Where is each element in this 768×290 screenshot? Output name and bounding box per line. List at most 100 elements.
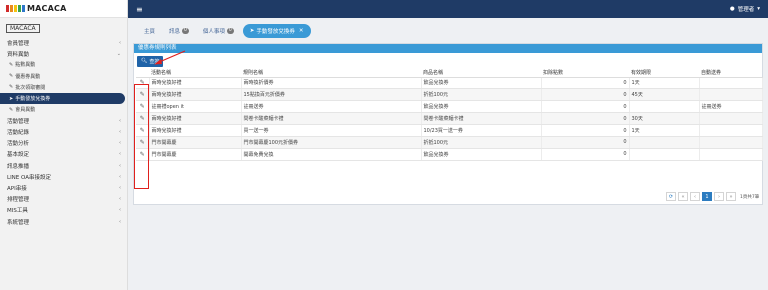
caret-down-icon: ▾ [757,6,760,12]
column-header[interactable]: 規則名稱 [241,69,421,78]
table-cell [699,77,763,90]
sidebar-item-label: 排程管理 [7,197,30,204]
table-row: ✎ 註冊禮open it 註冊送券 飲品兌換券 0 註冊送券 [136,100,763,114]
logo[interactable]: MACACA [0,0,127,18]
sidebar-item-mis[interactable]: MIS工具 ‹ [0,205,127,216]
tab-home[interactable]: 主頁 [139,23,160,39]
page-info: 1頁共7筆 [740,194,760,200]
sidebar-item-label: 活動分析 [7,141,30,148]
table-cell: 兩時兌換好禮 [149,88,242,102]
table-cell: 兩時兌換好禮 [149,112,242,126]
table-cell [699,136,763,149]
coupon-rule-table: 活動名稱 規則名稱 商品名稱 扣除點數 有效期限 自動送券 ✎ 兩時兌換好禮 兩… [136,69,763,161]
tab-manual-voucher[interactable]: ➤ 手動發放兌換券 ✕ [242,24,311,38]
table-cell: 15點換百元折價券 [241,88,422,102]
sidebar-item-label: API串接 [7,186,27,193]
sidebar-sub-coupon[interactable]: ✎ 優惠券異動 [0,71,127,82]
table-cell: 開幕免費兌換 [241,148,422,161]
column-header[interactable]: 活動名稱 [149,69,241,78]
table-row: ✎ 兩時兌換好禮 買一送一券 10/23買一送一券 0 1天 [136,124,763,137]
first-page-button[interactable]: « [678,192,688,201]
table-cell: 0 [541,148,630,161]
table-cell [699,148,763,161]
page-1-button[interactable]: 1 [702,192,712,201]
table-cell: 問卷卡酸菜麵卡禮 [421,112,542,126]
chevron-left-icon: ‹ [119,185,121,192]
sidebar-item-schedule[interactable]: 排程管理 ‹ [0,194,127,205]
query-button[interactable]: 🔍︎ 查詢 [137,55,164,67]
edit-icon: ✎ [9,73,14,80]
logo-text: MACACA [27,4,67,13]
chevron-left-icon: ‹ [119,129,121,136]
table-cell: 0 [541,88,630,102]
hamburger-menu-icon[interactable]: ≡ [136,5,143,14]
edit-icon[interactable]: ✎ [136,124,150,137]
chevron-left-icon: ‹ [119,173,121,180]
edit-icon: ✎ [9,61,14,68]
chevron-left-icon: ‹ [119,218,121,225]
sidebar-item-label: 活動管理 [7,118,30,125]
last-page-button[interactable]: » [726,192,736,201]
user-menu[interactable]: ● 管理者 ▾ [730,5,760,13]
table-cell: 1天 [629,77,700,90]
sidebar-sub-manual-voucher[interactable]: ➤ 手動發放兌換券 [0,92,125,105]
table-cell: 10/23買一送一券 [421,124,542,137]
sidebar-item-label: 系統管理 [7,219,30,226]
table-cell [699,88,763,102]
tab-label: 手動發放兌換券 [256,29,295,35]
prev-page-button[interactable]: ‹ [690,192,700,201]
table-cell [629,136,700,149]
sidebar-item-label: LINE OA串接設定 [7,174,52,181]
tab-label: 個人事項 [202,29,225,35]
edit-icon[interactable]: ✎ [136,77,150,90]
sidebar: MACACA MACACA 會員管理 ‹ 資料異動 ⌄ ✎ 點數異動 ✎ 優惠券異動 ✎… [0,0,128,290]
pencil-icon: ✎ [9,106,14,113]
sidebar-item-activity[interactable]: 活動管理 ‹ [0,115,127,126]
tab-label: 訊息 [169,29,181,35]
chevron-left-icon: ‹ [119,162,121,169]
table-cell: 飲品兌換券 [421,77,542,90]
column-header[interactable]: 商品名稱 [421,69,541,78]
sidebar-item-label: 會員管理 [7,40,30,47]
sidebar-sub-batch[interactable]: ✎ 批次領取審閱 [0,82,127,93]
tab-messages[interactable]: 訊息 0 [164,23,194,39]
sidebar-item-activity-analysis[interactable]: 活動分析 ‹ [0,138,127,149]
sidebar-item-label: 訊息推播 [7,163,30,170]
sidebar-sub-points[interactable]: ✎ 點數異動 [0,59,127,70]
edit-icon[interactable]: ✎ [136,136,150,149]
sidebar-item-member[interactable]: 會員管理 ‹ [0,37,127,48]
logo-mark [6,5,25,12]
table-cell: 註冊禮open it [149,100,242,114]
sidebar-item-data-change[interactable]: 資料異動 ⌄ [0,48,127,59]
sidebar-item-basic-settings[interactable]: 基本設定 ‹ [0,149,127,160]
column-header[interactable]: 有效期限 [629,69,699,78]
table-row: ✎ 兩時兌換好禮 兩時換折價券 飲品兌換券 0 1天 [136,77,763,90]
coupon-rule-panel: 優惠券規則列表 🔍︎ 查詢 活動名稱 規則名稱 商品名稱 扣除點數 有效期限 自… [133,43,763,205]
column-header[interactable]: 扣除點數 [541,69,629,78]
column-header[interactable]: 自動送券 [699,69,762,78]
sidebar-item-label: 批次領取審閱 [15,84,46,91]
table-row: ✎ 兩時兌換好禮 15點換百元折價券 折抵100元 0 45天 [136,88,763,102]
sidebar-sub-member-change[interactable]: ✎ 會員異動 [0,104,127,115]
tab-personal[interactable]: 個人事項 0 [198,23,239,39]
next-page-button[interactable]: › [714,192,724,201]
sidebar-item-api[interactable]: API串接 ‹ [0,182,127,193]
close-icon[interactable]: ✕ [299,28,304,34]
table-cell [699,112,763,126]
tab-label: 主頁 [144,29,156,35]
sidebar-item-line-oa[interactable]: LINE OA串接設定 ‹ [0,171,127,182]
edit-icon[interactable]: ✎ [136,112,150,126]
sidebar-item-push[interactable]: 訊息推播 ‹ [0,160,127,171]
table-cell: 兩時換折價券 [241,77,422,90]
table-cell: 兩時兌換好禮 [149,77,242,90]
edit-icon[interactable]: ✎ [136,148,150,161]
edit-icon[interactable]: ✎ [136,88,150,102]
sidebar-item-system[interactable]: 系統管理 ‹ [0,216,127,227]
refresh-icon[interactable]: ⟳ [666,192,676,201]
table-row: ✎ 門市開幕慶 開幕免費兌換 飲品兌換券 0 [136,148,763,161]
chevron-left-icon: ‹ [119,196,121,203]
table-cell: 兩時兌換好禮 [149,124,242,137]
edit-icon[interactable]: ✎ [136,100,150,114]
table-cell: 飲品兌換券 [421,100,542,114]
sidebar-item-activity-log[interactable]: 活動紀錄 ‹ [0,127,127,138]
